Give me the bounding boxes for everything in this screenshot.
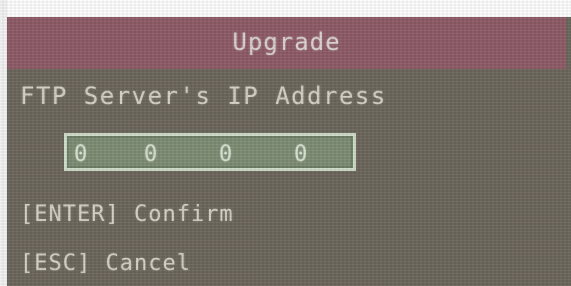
upgrade-screen: Upgrade FTP Server's IP Address 0 0 0 0 …	[0, 0, 571, 286]
ip-octet-1[interactable]: 0	[74, 142, 87, 168]
esc-cancel-hint: [ESC] Cancel	[20, 251, 191, 276]
top-bezel	[0, 0, 571, 17]
ip-octet-4[interactable]: 0	[294, 142, 307, 168]
ip-address-field: 0 0 0 0	[69, 138, 351, 168]
title-bar: Upgrade	[7, 17, 566, 69]
ip-octet-3[interactable]: 0	[219, 142, 232, 168]
ip-octet-2[interactable]: 0	[144, 142, 157, 168]
dialog-title: Upgrade	[232, 28, 341, 56]
left-bezel	[0, 0, 7, 286]
enter-confirm-hint: [ENTER] Confirm	[20, 202, 234, 227]
ip-address-input[interactable]: 0 0 0 0	[64, 133, 356, 171]
ftp-server-ip-label: FTP Server's IP Address	[20, 82, 387, 110]
